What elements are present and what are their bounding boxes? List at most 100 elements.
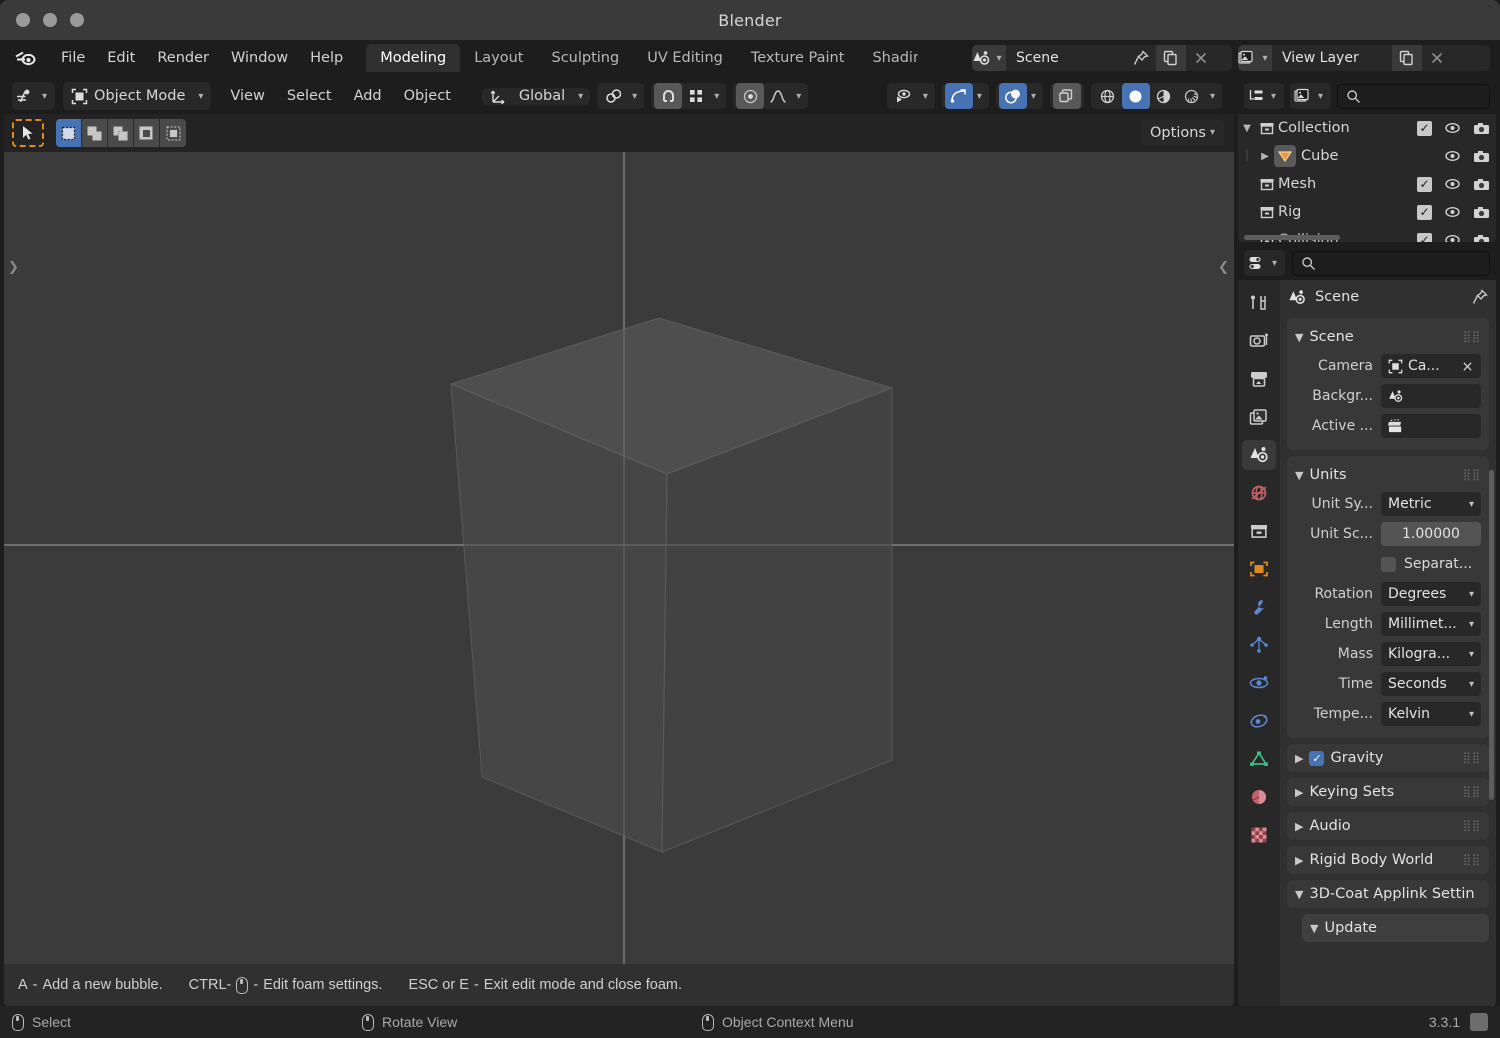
checkbox-exclude[interactable]: ✓ xyxy=(1417,204,1432,220)
viewport-menu-object[interactable]: Object xyxy=(393,83,462,109)
chevron-down-icon[interactable]: ▼ xyxy=(1295,331,1303,344)
viewport-options-button[interactable]: Options ▾ xyxy=(1141,119,1224,146)
select-mode-new[interactable] xyxy=(56,119,82,147)
disclosure-open-icon[interactable]: ▼ xyxy=(1238,123,1256,134)
eye-icon[interactable] xyxy=(1444,234,1461,242)
menu-edit[interactable]: Edit xyxy=(96,46,146,70)
outliner-horizontal-scrollbar[interactable] xyxy=(1244,235,1340,240)
chevron-down-icon[interactable]: ▼ xyxy=(1310,922,1318,935)
active-tool-tweak-icon[interactable] xyxy=(12,119,44,147)
camera-icon[interactable] xyxy=(1473,234,1490,242)
snap-grid-icon[interactable] xyxy=(682,83,710,109)
rendered-shading-icon[interactable] xyxy=(1178,83,1206,109)
panel-audio[interactable]: ▶ Audio ⣿⣿ xyxy=(1287,812,1489,840)
properties-content[interactable]: Scene ▼ Scene ⣿⣿ Camera Ca... Backgr... … xyxy=(1280,280,1496,1006)
properties-editor-type-selector[interactable]: ▾ xyxy=(1244,250,1286,276)
chevron-right-icon[interactable]: ▶ xyxy=(1295,786,1303,799)
overlays-icon[interactable] xyxy=(998,83,1027,109)
panel-grip[interactable]: ⣿⣿ xyxy=(1463,331,1481,342)
view-layer-icon[interactable]: ▾ xyxy=(1238,45,1272,71)
gravity-checkbox[interactable]: ✓ xyxy=(1309,750,1325,766)
gizmo-icon[interactable] xyxy=(944,83,973,109)
temperature-units-dropdown[interactable]: Kelvin ▾ xyxy=(1381,702,1481,726)
scene-name[interactable]: Scene xyxy=(1006,50,1126,66)
menu-window[interactable]: Window xyxy=(220,46,299,70)
properties-tab-render[interactable] xyxy=(1242,326,1276,356)
checkbox-exclude[interactable]: ✓ xyxy=(1417,176,1432,192)
properties-tab-object[interactable] xyxy=(1242,554,1276,584)
tab-uv-editing[interactable]: UV Editing xyxy=(633,44,737,72)
panel-rigid-body-world[interactable]: ▶ Rigid Body World ⣿⣿ xyxy=(1287,846,1489,874)
properties-tab-output[interactable] xyxy=(1242,364,1276,394)
prop-row-rotation[interactable]: Rotation Degrees ▾ xyxy=(1295,580,1481,608)
tab-layout[interactable]: Layout xyxy=(460,44,537,72)
menu-help[interactable]: Help xyxy=(299,46,354,70)
properties-tab-viewlayer[interactable] xyxy=(1242,402,1276,432)
outliner-row-rig[interactable]: Rig ✓ xyxy=(1238,198,1496,226)
prop-row-unit-scale[interactable]: Unit Sc... 1.00000 xyxy=(1295,520,1481,548)
pin-icon[interactable] xyxy=(1472,289,1488,305)
select-mode-intersect[interactable] xyxy=(160,119,186,147)
viewlayer-name[interactable]: View Layer xyxy=(1272,50,1392,66)
properties-tab-world[interactable] xyxy=(1242,478,1276,508)
menu-file[interactable]: File xyxy=(50,46,96,70)
panel-grip[interactable]: ⣿⣿ xyxy=(1463,786,1481,797)
panel-3dcoat-applink-settings[interactable]: ▼ 3D-Coat Applink Settin xyxy=(1287,880,1489,908)
properties-tab-material[interactable] xyxy=(1242,782,1276,812)
properties-tab-particles[interactable] xyxy=(1242,630,1276,660)
checkbox-exclude[interactable]: ✓ xyxy=(1417,120,1432,136)
scene-icon[interactable]: ▾ xyxy=(972,45,1006,71)
gizmo-group[interactable]: ▾ xyxy=(941,83,989,109)
panel-keying-sets[interactable]: ▶ Keying Sets ⣿⣿ xyxy=(1287,778,1489,806)
prop-row-unit-system[interactable]: Unit Sy... Metric ▾ xyxy=(1295,490,1481,518)
unit-scale-number-field[interactable]: 1.00000 xyxy=(1381,522,1481,546)
mode-selector[interactable]: Object Mode ▾ xyxy=(63,82,212,110)
material-preview-shading-icon[interactable] xyxy=(1150,83,1178,109)
solid-shading-icon[interactable] xyxy=(1121,83,1150,109)
panel-grip[interactable]: ⣿⣿ xyxy=(1463,469,1481,480)
panel-units-header[interactable]: ▼ Units ⣿⣿ xyxy=(1287,462,1489,488)
prop-row-active-clip[interactable]: Active ... xyxy=(1295,412,1481,440)
unit-system-dropdown[interactable]: Metric ▾ xyxy=(1381,492,1481,516)
camera-datablock-field[interactable]: Ca... xyxy=(1381,354,1481,378)
camera-icon[interactable] xyxy=(1473,150,1490,163)
properties-tab-physics[interactable] xyxy=(1242,668,1276,698)
properties-vertical-scrollbar[interactable] xyxy=(1489,470,1494,800)
prop-row-background-scene[interactable]: Backgr... xyxy=(1295,382,1481,410)
properties-tab-tool[interactable] xyxy=(1242,288,1276,318)
proportional-edit-group[interactable]: ▾ xyxy=(733,83,809,109)
eye-icon[interactable] xyxy=(1444,178,1461,190)
length-units-dropdown[interactable]: Millimet... ▾ xyxy=(1381,612,1481,636)
viewport-3d[interactable]: ▾ Object Mode ▾ View Select Add Object G… xyxy=(4,78,1234,1006)
active-clip-field[interactable] xyxy=(1381,414,1481,438)
properties-search-input[interactable] xyxy=(1292,250,1490,276)
panel-gravity[interactable]: ▶ ✓ Gravity ⣿⣿ xyxy=(1287,744,1489,772)
panel-scene-header[interactable]: ▼ Scene ⣿⣿ xyxy=(1287,324,1489,350)
close-scene-icon[interactable] xyxy=(1186,45,1216,71)
pin-icon[interactable] xyxy=(1126,45,1156,71)
panel-update[interactable]: ▼ Update xyxy=(1302,914,1489,942)
proportional-edit-icon[interactable] xyxy=(736,83,765,109)
eye-icon[interactable] xyxy=(1444,206,1461,218)
outliner-editor[interactable]: ▾ ▾ ▼ Collection ✓ │ ▶ Cube Mesh ✓ Rig ✓… xyxy=(1238,78,1496,242)
viewport-menu-select[interactable]: Select xyxy=(276,83,343,109)
chevron-down-icon[interactable]: ▼ xyxy=(1295,469,1303,482)
properties-tab-strip[interactable] xyxy=(1238,280,1280,1006)
editor-type-selector[interactable]: ▾ xyxy=(12,82,56,110)
outliner-display-mode-selector[interactable]: ▾ xyxy=(1244,83,1285,109)
select-mode-difference[interactable] xyxy=(134,119,160,147)
xray-group[interactable] xyxy=(1049,83,1084,109)
properties-tab-collection[interactable] xyxy=(1242,516,1276,546)
outliner-filter-selector[interactable]: ▾ xyxy=(1290,83,1332,109)
menu-render[interactable]: Render xyxy=(146,46,220,70)
tab-modeling[interactable]: Modeling xyxy=(366,44,461,72)
prop-row-mass[interactable]: Mass Kilogra... ▾ xyxy=(1295,640,1481,668)
properties-tab-scene[interactable] xyxy=(1242,440,1276,470)
tab-texture-paint[interactable]: Texture Paint xyxy=(737,44,859,72)
clear-camera-icon[interactable] xyxy=(1461,360,1474,373)
prop-row-separate-units[interactable]: Separat... xyxy=(1295,550,1481,578)
viewport-menu-view[interactable]: View xyxy=(219,83,275,109)
chevron-right-icon[interactable]: ▶ xyxy=(1295,854,1303,867)
outliner-tree[interactable]: ▼ Collection ✓ │ ▶ Cube Mesh ✓ Rig ✓ ✓ xyxy=(1238,114,1496,242)
chevron-right-icon[interactable]: ▶ xyxy=(1295,820,1303,833)
